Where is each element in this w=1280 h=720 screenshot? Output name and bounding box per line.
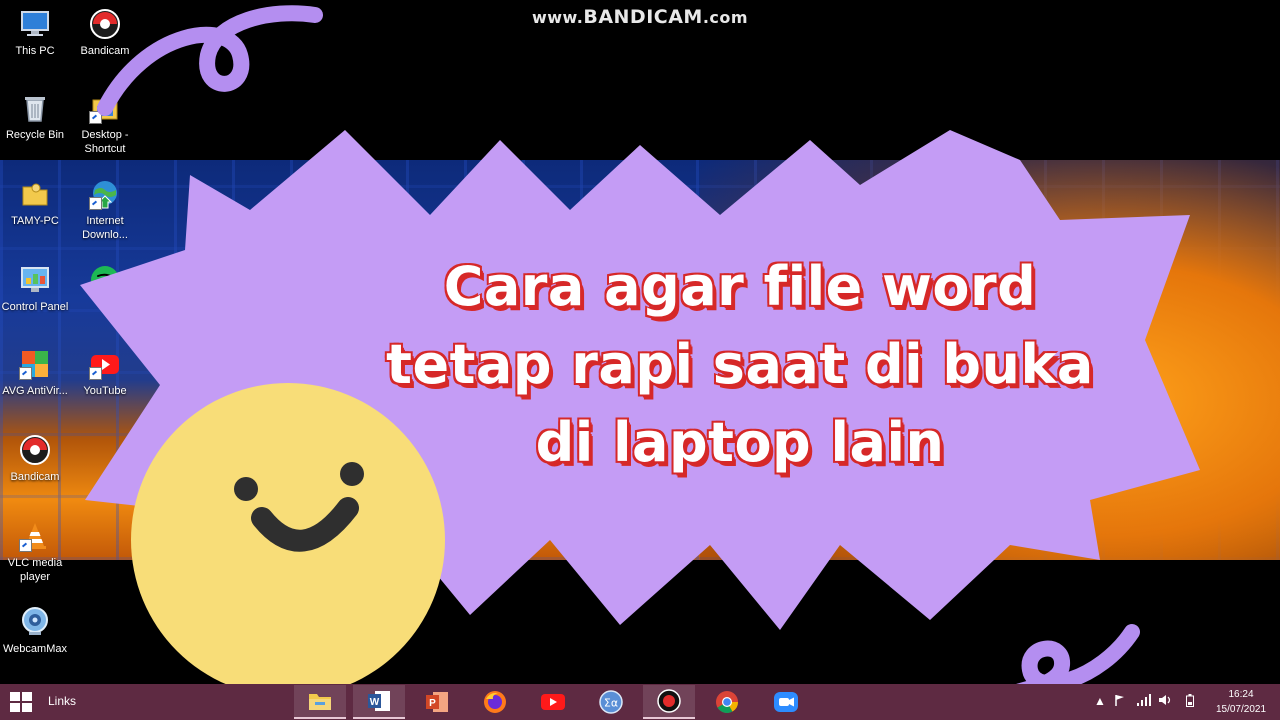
file-explorer-icon — [309, 694, 331, 710]
taskbar-powerpoint[interactable]: P — [411, 685, 463, 719]
network-signal-icon[interactable] — [1137, 694, 1151, 709]
desktop-icon-label: Control Panel — [1, 301, 69, 313]
word-icon: W — [368, 691, 390, 711]
desktop-icon-internet-download-manager[interactable]: Internet Downlo... — [70, 178, 140, 242]
desktop-icon-label: WebcamMax — [3, 643, 67, 655]
svg-text:W: W — [370, 697, 380, 708]
start-button[interactable] — [10, 692, 32, 712]
folder-shortcut-icon — [89, 92, 121, 124]
desktop-icon-label: Bandicam — [10, 471, 60, 483]
desktop-icon-avg-antivirus[interactable]: AVG AntiVir... — [0, 348, 70, 398]
desktop-icon-control-panel[interactable]: Control Panel — [0, 264, 70, 314]
show-hidden-icons[interactable]: ▲ — [1094, 694, 1106, 708]
desktop-icon-label: VLC media player — [7, 557, 63, 583]
taskbar: Links W P Σα ▲ 16:24 15/07/2021 — [0, 684, 1280, 720]
links-toolbar[interactable]: Links — [48, 694, 76, 708]
globe-download-icon — [89, 178, 121, 210]
desktop-icon-label: Bandicam — [80, 45, 130, 57]
desktop-icon-label: AVG AntiVir... — [2, 385, 68, 397]
vlc-cone-icon — [19, 520, 51, 552]
desktop-icon-desktop-shortcut[interactable]: Desktop - Shortcut — [70, 92, 140, 156]
taskbar-zoom[interactable] — [760, 685, 812, 719]
taskbar-firefox[interactable] — [469, 685, 521, 719]
clock-time: 16:24 — [1228, 689, 1254, 700]
desktop-icon-label: TAMY-PC — [11, 215, 59, 227]
svg-text:Σα: Σα — [604, 697, 618, 710]
desktop-icon-recycle-bin[interactable]: Recycle Bin — [0, 92, 70, 142]
taskbar-bandicam[interactable] — [643, 685, 695, 719]
youtube-icon — [541, 694, 565, 710]
desktop-icon-vlc[interactable]: VLC media player — [0, 520, 70, 584]
desktop-icon-webcammax[interactable]: WebcamMax — [0, 606, 70, 656]
desktop-icon-label: Desktop - Shortcut — [81, 129, 129, 155]
spotify-icon — [89, 264, 121, 296]
flag-icon[interactable] — [1114, 694, 1126, 710]
desktop-icon-label: Recycle Bin — [5, 129, 65, 141]
taskbar-file-explorer[interactable] — [294, 685, 346, 719]
firefox-icon — [484, 691, 506, 713]
youtube-icon — [89, 348, 121, 380]
desktop-icon-label: YouTube — [83, 385, 127, 397]
title-line-1: Cara agar file word — [443, 255, 1037, 318]
powerpoint-icon: P — [426, 692, 448, 712]
video-title-overlay: Cara agar file word tetap rapi saat di b… — [380, 248, 1100, 482]
user-folder-icon — [19, 178, 51, 210]
title-line-2: tetap rapi saat di buka — [386, 333, 1094, 396]
taskbar-word[interactable]: W — [353, 685, 405, 719]
taskbar-youtube[interactable] — [527, 685, 579, 719]
title-line-3: di laptop lain — [535, 411, 945, 474]
record-icon — [657, 689, 681, 713]
control-panel-icon — [19, 264, 51, 296]
math-input-panel-icon: Σα — [599, 690, 623, 714]
clock-date: 15/07/2021 — [1215, 704, 1267, 715]
bandicam-watermark: www.BANDICAM.com — [531, 6, 749, 28]
volume-icon[interactable] — [1159, 694, 1173, 709]
battery-icon[interactable] — [1186, 694, 1194, 710]
desktop-icon-label: This PC — [15, 45, 55, 57]
taskbar-math-input[interactable]: Σα — [585, 685, 637, 719]
avg-antivirus-icon — [19, 348, 51, 380]
desktop-icon-label: Internet Downlo... — [82, 215, 128, 241]
recycle-bin-icon — [19, 92, 51, 124]
system-clock[interactable]: 16:24 15/07/2021 — [1208, 687, 1274, 717]
svg-text:P: P — [429, 698, 436, 709]
desktop-icon-spotify[interactable] — [70, 264, 140, 300]
desktop-icon-bandicam-2[interactable]: Bandicam — [0, 434, 70, 484]
windows-logo-icon — [10, 692, 32, 712]
chrome-icon — [716, 691, 738, 713]
desktop-icon-youtube[interactable]: YouTube — [70, 348, 140, 398]
webcam-icon — [19, 606, 51, 638]
bandicam-icon — [19, 434, 51, 466]
desktop-icon-tamy-pc[interactable]: TAMY-PC — [0, 178, 70, 228]
taskbar-chrome[interactable] — [701, 685, 753, 719]
zoom-video-icon — [774, 692, 798, 712]
